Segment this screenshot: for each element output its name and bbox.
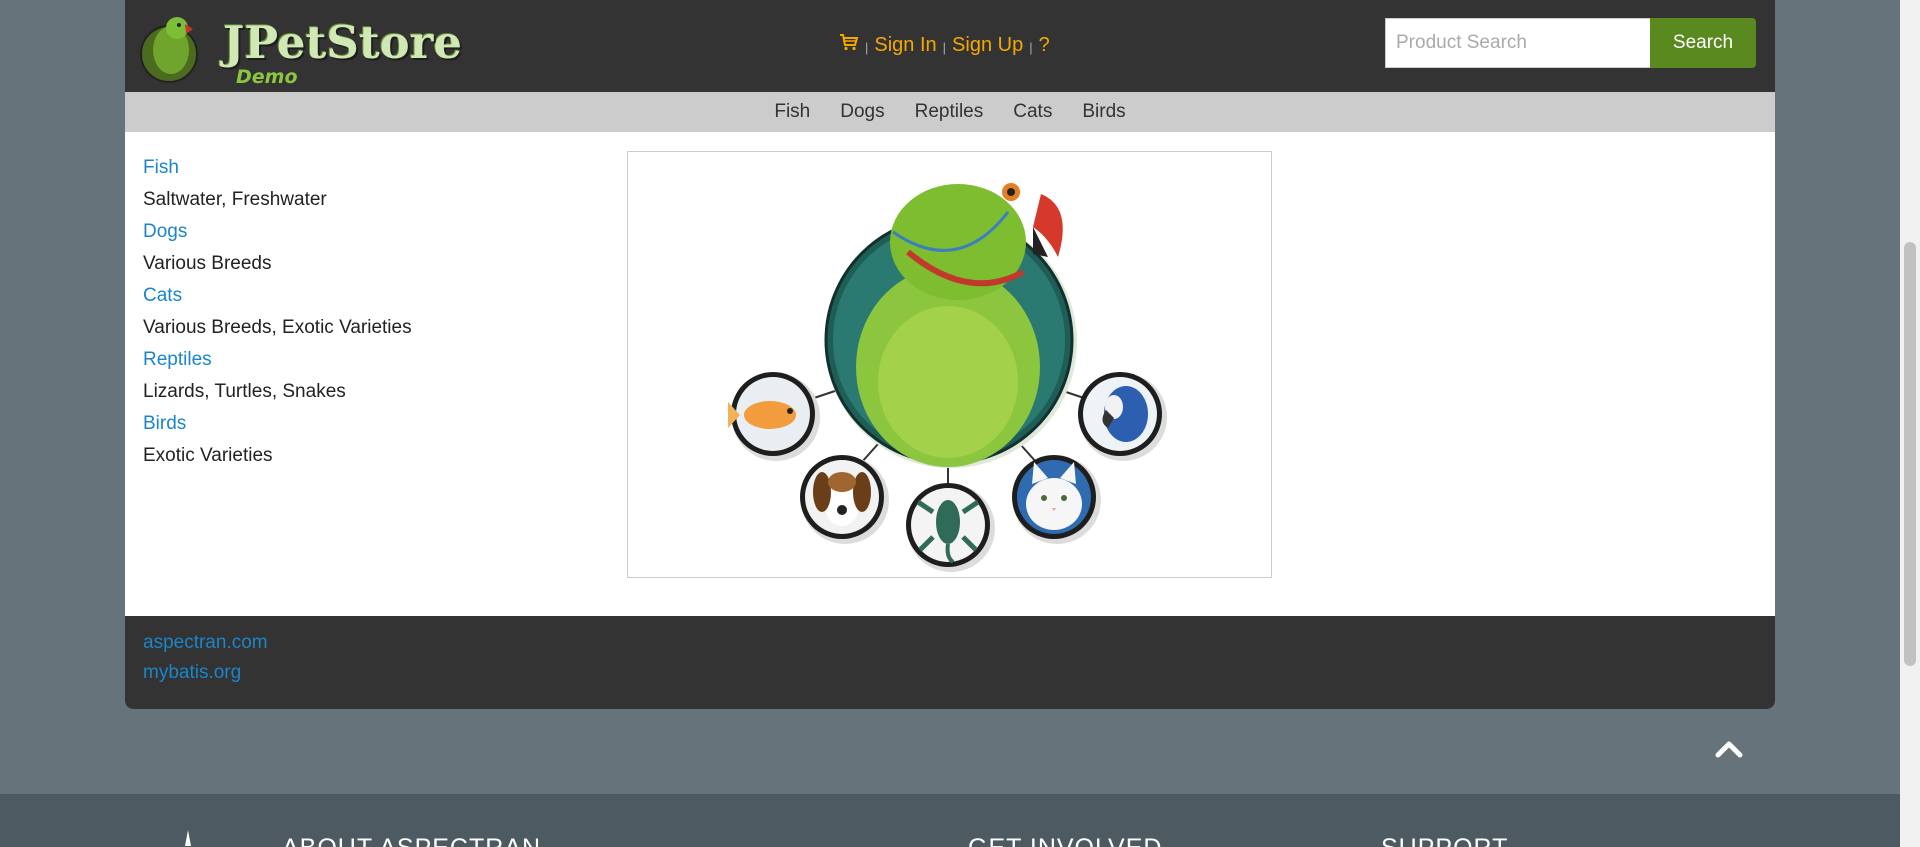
quicknav-reptiles[interactable]: Reptiles (900, 101, 999, 123)
back-to-top-button[interactable] (1714, 735, 1744, 765)
parrot-logo-icon (140, 17, 198, 83)
dogs-area[interactable] (800, 455, 889, 544)
category-sidebar: Fish Saltwater, Freshwater Dogs Various … (143, 152, 583, 472)
footer-link-mybatis[interactable]: mybatis.org (143, 662, 241, 684)
cats-area[interactable] (1012, 455, 1101, 544)
menu-separator: | (942, 39, 947, 55)
cart-link[interactable] (839, 33, 859, 57)
footer-heading-support: SUPPORT (1381, 834, 1508, 847)
sidebar-desc-fish: Saltwater, Freshwater (143, 189, 327, 210)
menu-separator: | (865, 39, 869, 55)
logo-text: JPetStore (223, 16, 462, 69)
scrollbar-thumb[interactable] (1904, 242, 1916, 666)
search-form: Search (1385, 18, 1756, 68)
cart-icon (840, 34, 859, 51)
help-link[interactable]: ? (1039, 34, 1050, 57)
category-quicknav: Fish Dogs Reptiles Cats Birds (125, 92, 1775, 132)
chevron-up-icon (1715, 741, 1743, 758)
pet-image-map-graphic (728, 183, 1167, 572)
sign-up-link[interactable]: Sign Up (952, 34, 1023, 57)
sidebar-link-dogs[interactable]: Dogs (143, 216, 583, 248)
sidebar-desc-birds: Exotic Varieties (143, 445, 273, 466)
footer-heading-about: ABOUT ASPECTRAN (282, 834, 541, 847)
page-scrollbar[interactable] (1900, 0, 1920, 847)
quicknav-fish[interactable]: Fish (759, 101, 825, 123)
quicknav-cats[interactable]: Cats (998, 101, 1067, 123)
quicknav-dogs[interactable]: Dogs (825, 101, 899, 123)
reptiles-area[interactable] (906, 483, 995, 572)
logo-subtitle: Demo (236, 66, 298, 88)
site-footer: ABOUT ASPECTRAN GET INVOLVED SUPPORT (0, 794, 1900, 847)
quicknav-birds[interactable]: Birds (1067, 101, 1140, 123)
page-container: JPetStore Demo | Sign In | Sign Up | ? S… (125, 0, 1775, 709)
logo[interactable]: JPetStore Demo (137, 10, 462, 88)
blue-bird-area[interactable] (1078, 372, 1167, 461)
inner-footer: aspectran.com mybatis.org (125, 616, 1775, 709)
sign-in-link[interactable]: Sign In (874, 34, 936, 57)
footer-link-aspectran[interactable]: aspectran.com (143, 632, 268, 654)
footer-heading-involved: GET INVOLVED (968, 834, 1162, 847)
search-input[interactable] (1385, 18, 1650, 68)
sidebar-link-birds[interactable]: Birds (143, 408, 583, 440)
aspectran-logo-icon (185, 830, 191, 846)
sidebar-link-fish[interactable]: Fish (143, 152, 583, 184)
fish-area[interactable] (728, 372, 820, 461)
pet-category-image-map (627, 151, 1272, 578)
birds-area[interactable] (824, 183, 1077, 468)
sidebar-link-cats[interactable]: Cats (143, 280, 583, 312)
sidebar-desc-cats: Various Breeds, Exotic Varieties (143, 317, 412, 338)
search-button[interactable]: Search (1650, 18, 1756, 68)
sidebar-desc-dogs: Various Breeds (143, 253, 272, 274)
sidebar-desc-reptiles: Lizards, Turtles, Snakes (143, 381, 346, 402)
header: JPetStore Demo | Sign In | Sign Up | ? S… (125, 0, 1775, 92)
menu-separator: | (1029, 39, 1033, 55)
sidebar-link-reptiles[interactable]: Reptiles (143, 344, 583, 376)
user-menu: | Sign In | Sign Up | ? (839, 33, 1050, 57)
